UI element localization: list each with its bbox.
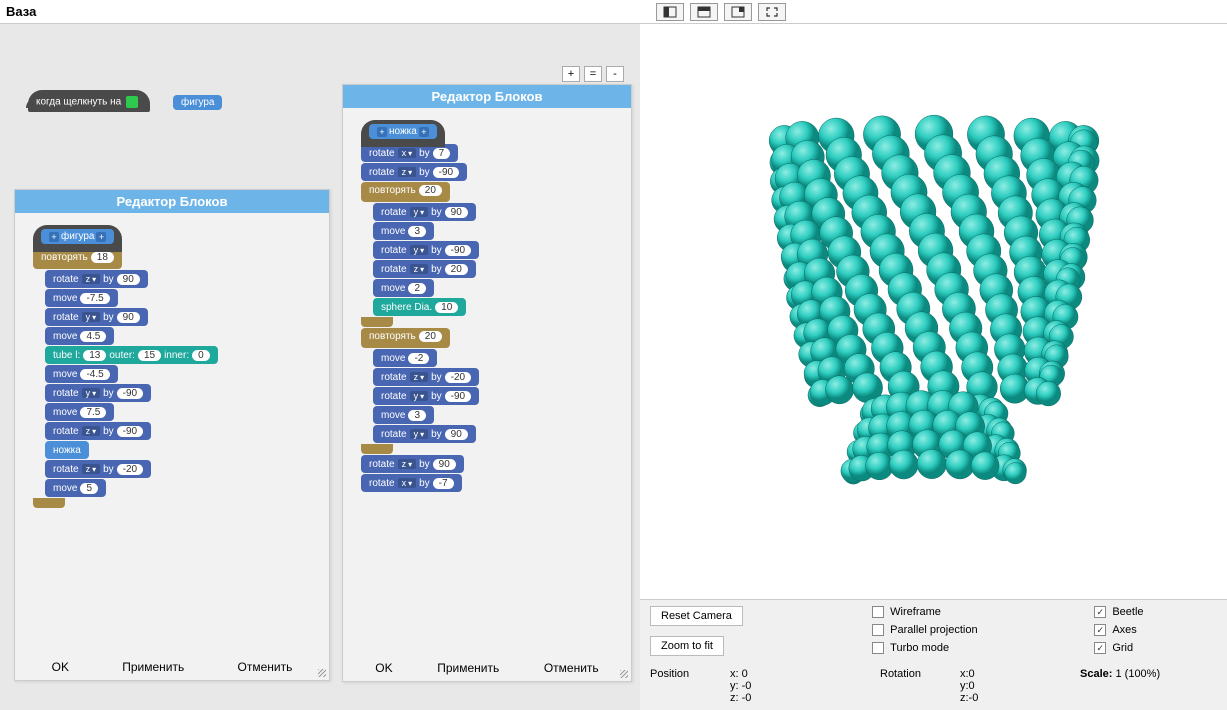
- rotate-block[interactable]: rotate z by -20: [373, 368, 479, 386]
- rot-y: y:0: [960, 680, 1080, 692]
- repeat-cap-1: [33, 498, 65, 508]
- move-block[interactable]: move 2: [373, 279, 434, 297]
- editor1-ok-btn[interactable]: OK: [52, 660, 69, 674]
- beetle-checkbox[interactable]: Beetle: [1094, 606, 1217, 618]
- zoom-reset-btn[interactable]: =: [584, 66, 602, 82]
- rotation-label: Rotation: [880, 668, 960, 704]
- editor2-header: Редактор Блоков: [343, 85, 631, 108]
- editor1-header: Редактор Блоков: [15, 190, 329, 213]
- repeat-count-1[interactable]: 18: [91, 252, 114, 263]
- rotate-block[interactable]: rotate y by -90: [373, 241, 479, 259]
- axes-checkbox[interactable]: Axes: [1094, 624, 1217, 636]
- rotate-block[interactable]: rotate z by 90: [45, 270, 148, 288]
- zoom-to-fit-btn[interactable]: Zoom to fit: [650, 636, 724, 656]
- pos-z: z: -0: [730, 692, 880, 704]
- rotate-block[interactable]: rotate z by 20: [373, 260, 476, 278]
- define-name-2: ножка: [389, 126, 417, 137]
- move-block[interactable]: move -2: [373, 349, 437, 367]
- move-block[interactable]: move 7.5: [45, 403, 114, 421]
- repeat-block-1[interactable]: повторять 18: [33, 249, 122, 269]
- green-flag-icon: [126, 96, 138, 108]
- reset-camera-btn[interactable]: Reset Camera: [650, 606, 743, 626]
- move-block[interactable]: move 4.5: [45, 327, 114, 345]
- call-block[interactable]: ножка: [45, 441, 89, 459]
- rot-z: z:-0: [960, 692, 1080, 704]
- pos-y: y: -0: [730, 680, 880, 692]
- 3d-viewport[interactable]: [640, 24, 1227, 599]
- figura-call-block[interactable]: фигура: [173, 95, 222, 110]
- move-block[interactable]: move -7.5: [45, 289, 118, 307]
- page-title: Ваза: [6, 4, 626, 19]
- layout-btn-3[interactable]: [724, 3, 752, 21]
- fullscreen-btn[interactable]: [758, 3, 786, 21]
- event-hat-block[interactable]: когда щелкнуть на: [28, 90, 150, 112]
- resize-grip-2[interactable]: [617, 667, 629, 679]
- topbar: Ваза: [0, 0, 1227, 24]
- position-label: Position: [650, 668, 730, 704]
- rotate-block[interactable]: rotate y by 90: [373, 425, 476, 443]
- scale-readout: Scale: 1 (100%): [1080, 668, 1160, 704]
- repeat-count-2a[interactable]: 20: [419, 185, 442, 196]
- grid-checkbox[interactable]: Grid: [1094, 642, 1217, 654]
- editor1-apply-btn[interactable]: Применить: [122, 660, 184, 674]
- rotate-block[interactable]: rotate z by 90: [361, 455, 464, 473]
- rotate-block[interactable]: rotate y by -90: [373, 387, 479, 405]
- repeat-count-2b[interactable]: 20: [419, 331, 442, 342]
- block-editor-1: Редактор Блоков +фигура+ повторять 18 ro…: [14, 189, 330, 681]
- viewport-controls: Reset Camera Zoom to fit Wireframe Paral…: [640, 599, 1227, 710]
- hat-text: когда щелкнуть на: [36, 97, 121, 108]
- vase-render: [744, 102, 1124, 522]
- rotate-block[interactable]: rotate y by 90: [45, 308, 148, 326]
- turbo-checkbox[interactable]: Turbo mode: [872, 642, 1094, 654]
- layout-tools: [656, 3, 786, 21]
- viewport-pane: Reset Camera Zoom to fit Wireframe Paral…: [640, 24, 1227, 710]
- move-block[interactable]: move 5: [45, 479, 106, 497]
- zoom-out-btn[interactable]: -: [606, 66, 624, 82]
- editor2-cancel-btn[interactable]: Отменить: [544, 661, 599, 675]
- move-block[interactable]: move 3: [373, 222, 434, 240]
- move-block[interactable]: move -4.5: [45, 365, 118, 383]
- editor2-apply-btn[interactable]: Применить: [437, 661, 499, 675]
- resize-grip-1[interactable]: [315, 666, 327, 678]
- rotate-block[interactable]: rotate y by -90: [45, 384, 151, 402]
- sphere-block[interactable]: sphere Dia. 10: [373, 298, 466, 316]
- rotate-block[interactable]: rotate x by -7: [361, 474, 462, 492]
- repeat-block-2a[interactable]: повторять 20: [361, 182, 450, 202]
- block-editor-2: Редактор Блоков +ножка+ rotate x by 7rot…: [342, 84, 632, 682]
- editor1-cancel-btn[interactable]: Отменить: [238, 660, 293, 674]
- editor2-ok-btn[interactable]: OK: [375, 661, 392, 675]
- define-hat-1[interactable]: +фигура+: [33, 225, 122, 252]
- rotate-block[interactable]: rotate y by 90: [373, 203, 476, 221]
- parallel-checkbox[interactable]: Parallel projection: [872, 624, 1094, 636]
- move-block[interactable]: move 3: [373, 406, 434, 424]
- rotate-block[interactable]: rotate z by -90: [45, 422, 151, 440]
- layout-btn-1[interactable]: [656, 3, 684, 21]
- wireframe-checkbox[interactable]: Wireframe: [872, 606, 1094, 618]
- rot-x: x:0: [960, 668, 1080, 680]
- rotate-block[interactable]: rotate z by -20: [45, 460, 151, 478]
- repeat-block-2b[interactable]: повторять 20: [361, 328, 450, 348]
- layout-btn-2[interactable]: [690, 3, 718, 21]
- tube-block[interactable]: tube l: 13 outer: 15 inner: 0: [45, 346, 218, 364]
- rotate-block[interactable]: rotate z by -90: [361, 163, 467, 181]
- define-name-1: фигура: [61, 231, 94, 242]
- blocks-pane: + = - когда щелкнуть на фигура Редактор …: [0, 24, 640, 710]
- pos-x: x: 0: [730, 668, 880, 680]
- define-hat-2[interactable]: +ножка+: [361, 120, 445, 147]
- zoom-in-btn[interactable]: +: [562, 66, 580, 82]
